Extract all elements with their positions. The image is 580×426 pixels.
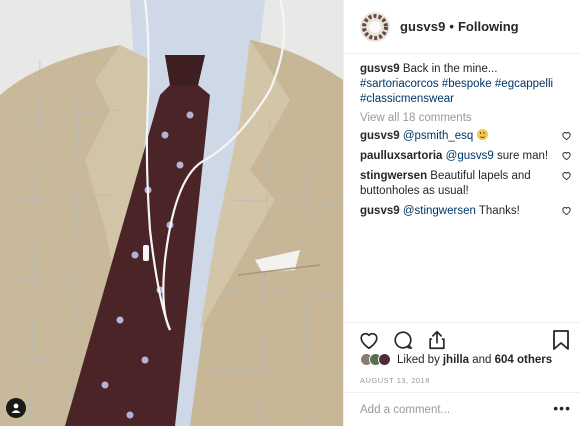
comment-username[interactable]: gusvs9	[360, 130, 400, 142]
caption-text: Back in the mine...	[399, 63, 498, 75]
bookmark-icon[interactable]	[551, 329, 571, 351]
add-comment-bar: •••	[344, 392, 580, 426]
hashtag-link[interactable]: #classicmenswear	[360, 93, 454, 105]
likes-count[interactable]: 604 others	[495, 354, 553, 366]
comment-mention[interactable]: @psmith_esq	[403, 130, 473, 142]
hashtag-link[interactable]: #egcappelli	[495, 78, 553, 90]
view-all-comments-link[interactable]: View all 18 comments	[360, 112, 572, 124]
comment-item: gusvs9 @psmith_esq	[360, 129, 572, 144]
comment-username[interactable]: stingwersen	[360, 170, 427, 182]
comment-like-heart-icon[interactable]	[561, 205, 572, 216]
comment-username[interactable]: gusvs9	[360, 205, 400, 217]
liker-avatars	[360, 353, 391, 366]
post-timestamp: August 13, 2018	[360, 376, 430, 385]
comment-username[interactable]: paulluxsartoria	[360, 150, 442, 162]
following-button[interactable]: Following	[458, 19, 519, 34]
post-photo[interactable]	[0, 0, 343, 426]
more-options-icon[interactable]: •••	[553, 401, 571, 415]
photo-illustration	[0, 0, 343, 426]
grinning-face-emoji-icon	[476, 129, 488, 140]
comment-mention[interactable]: @stingwersen	[403, 205, 476, 217]
post-header: gusvs9 • Following	[344, 0, 580, 54]
comment-icon[interactable]	[392, 329, 414, 351]
comment-text: sure man!	[493, 150, 549, 162]
hashtag-link[interactable]: #sartoriacorcos	[360, 78, 439, 90]
action-icons	[358, 329, 448, 351]
hashtag-link[interactable]: #bespoke	[442, 78, 492, 90]
header-separator: •	[449, 19, 454, 34]
comment-item: stingwersen Beautiful lapels and buttonh…	[360, 169, 572, 199]
comment-like-heart-icon[interactable]	[561, 150, 572, 161]
author-avatar[interactable]	[360, 11, 390, 42]
likes-summary[interactable]: Liked by jhilla and 604 others	[360, 353, 552, 366]
post-side-panel: gusvs9 • Following gusvs9 Back in the mi…	[343, 0, 580, 426]
comment-input[interactable]	[360, 403, 520, 416]
author-username[interactable]: gusvs9	[400, 19, 445, 34]
comment-like-heart-icon[interactable]	[561, 170, 572, 181]
heart-icon[interactable]	[358, 329, 380, 351]
comment-item: gusvs9 @stingwersen Thanks!	[360, 204, 572, 219]
comment-text: Thanks!	[475, 205, 520, 217]
comment-mention[interactable]: @gusvs9	[446, 150, 494, 162]
comment-item: paulluxsartoria @gusvs9 sure man!	[360, 149, 572, 164]
share-icon[interactable]	[426, 329, 448, 351]
caption: gusvs9 Back in the mine... #sartoriacorc…	[360, 62, 572, 107]
comments-section: gusvs9 Back in the mine... #sartoriacorc…	[360, 62, 572, 219]
likes-user[interactable]: jhilla	[443, 354, 469, 366]
likes-and: and	[469, 353, 495, 366]
user-tag-icon[interactable]	[6, 398, 26, 418]
likes-prefix: Liked by	[397, 353, 440, 366]
caption-author[interactable]: gusvs9	[360, 63, 400, 75]
comment-like-heart-icon[interactable]	[561, 130, 572, 141]
